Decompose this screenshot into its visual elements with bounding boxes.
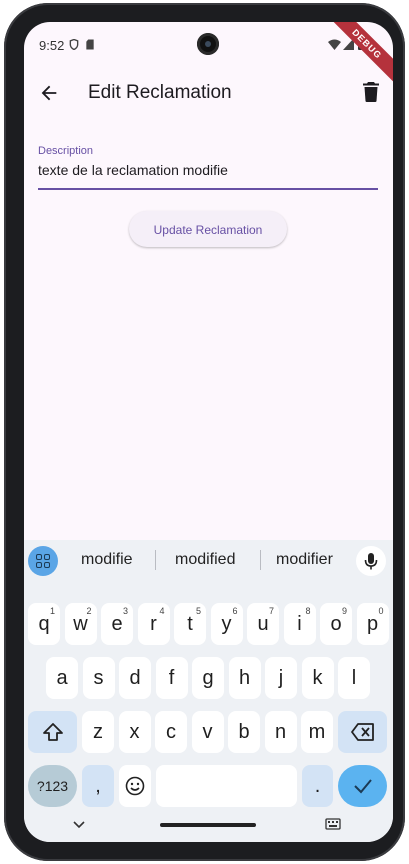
emoji-icon: [125, 776, 145, 796]
key-v[interactable]: v: [191, 711, 224, 753]
key-m[interactable]: m: [301, 711, 333, 753]
key-t[interactable]: t5: [174, 603, 206, 645]
key-a[interactable]: a: [46, 657, 78, 699]
key-p[interactable]: p0: [356, 603, 389, 645]
key-number-hint: 6: [232, 606, 238, 616]
key-number-hint: 2: [86, 606, 92, 616]
shield-icon: [69, 39, 79, 50]
key-l[interactable]: l: [338, 657, 370, 699]
key-c[interactable]: c: [155, 711, 187, 753]
key-y[interactable]: y6: [210, 603, 243, 645]
field-underline: [38, 188, 378, 190]
key-j[interactable]: j: [265, 657, 297, 699]
home-handle[interactable]: [160, 823, 256, 827]
page-title: Edit Reclamation: [88, 82, 232, 103]
key-label: q: [38, 613, 50, 635]
key-w[interactable]: w2: [64, 603, 97, 645]
screen: 9:52 DEBUG Edit Reclamation Description …: [24, 22, 393, 842]
key-u[interactable]: u7: [247, 603, 279, 645]
shift-icon: [42, 723, 63, 741]
key-number-hint: 0: [378, 606, 384, 616]
key-number-hint: 4: [159, 606, 165, 616]
emoji-key[interactable]: [119, 765, 151, 807]
status-bar: 9:52 DEBUG: [24, 22, 393, 84]
phone-frame: 9:52 DEBUG Edit Reclamation Description …: [4, 3, 405, 861]
key-r[interactable]: r4: [137, 603, 170, 645]
shift-key[interactable]: [28, 711, 77, 753]
update-reclamation-button[interactable]: Update Reclamation: [129, 211, 287, 247]
suggestion-3[interactable]: modifier: [276, 551, 333, 569]
key-number-hint: 8: [305, 606, 311, 616]
key-label: i: [297, 613, 302, 635]
key-label: y: [221, 613, 232, 635]
key-e[interactable]: e3: [101, 603, 133, 645]
key-s[interactable]: s: [82, 657, 115, 699]
apps-grid-icon[interactable]: [28, 546, 58, 576]
key-o[interactable]: o9: [320, 603, 352, 645]
suggestion-divider: [155, 550, 156, 570]
keyboard-switch-icon[interactable]: [325, 818, 341, 832]
suggestion-strip: modifie modified modifier: [24, 540, 393, 582]
key-label: r: [150, 613, 157, 635]
key-d[interactable]: d: [119, 657, 151, 699]
backspace-icon: [350, 723, 374, 741]
period-key[interactable]: .: [302, 765, 333, 807]
key-label: u: [257, 613, 269, 635]
status-time: 9:52: [39, 38, 65, 53]
key-n[interactable]: n: [264, 711, 297, 753]
enter-key[interactable]: [338, 765, 387, 807]
description-field[interactable]: Description texte de la reclamation modi…: [38, 142, 378, 190]
key-number-hint: 3: [122, 606, 128, 616]
backspace-key[interactable]: [338, 711, 387, 753]
key-label: t: [187, 613, 193, 635]
key-label: e: [111, 613, 123, 635]
key-z[interactable]: z: [82, 711, 114, 753]
back-arrow-icon[interactable]: [38, 82, 60, 104]
description-label: Description: [38, 145, 94, 157]
key-label: p: [366, 613, 379, 635]
key-k[interactable]: k: [301, 657, 334, 699]
sd-card-icon: [86, 39, 94, 50]
key-number-hint: 9: [341, 606, 347, 616]
key-b[interactable]: b: [228, 711, 260, 753]
key-number-hint: 7: [268, 606, 274, 616]
enter-check-icon: [353, 779, 372, 794]
suggestion-2[interactable]: modified: [175, 551, 235, 569]
comma-key[interactable]: ,: [82, 765, 114, 807]
key-x[interactable]: x: [118, 711, 151, 753]
key-number-hint: 5: [195, 606, 201, 616]
key-i[interactable]: i8: [283, 603, 316, 645]
suggestion-1[interactable]: modifie: [81, 551, 133, 569]
key-q[interactable]: q1: [28, 603, 60, 645]
navigation-bar: [24, 810, 393, 842]
mic-icon[interactable]: [356, 546, 386, 576]
space-key[interactable]: [156, 765, 297, 807]
wifi-icon: [328, 39, 341, 50]
app-bar: Edit Reclamation: [24, 68, 393, 118]
key-g[interactable]: g: [192, 657, 224, 699]
suggestion-divider: [260, 550, 261, 570]
key-label: o: [330, 613, 342, 635]
chevron-down-icon[interactable]: [72, 818, 86, 832]
trash-icon[interactable]: [362, 82, 380, 102]
soft-keyboard: modifie modified modifier ?123 , . q 1 w…: [24, 540, 393, 842]
front-camera: [197, 33, 219, 55]
symbols-key[interactable]: ?123: [28, 765, 77, 807]
key-f[interactable]: f: [155, 657, 188, 699]
key-h[interactable]: h: [228, 657, 261, 699]
description-input[interactable]: texte de la reclamation modifie: [38, 162, 228, 178]
key-number-hint: 1: [49, 606, 55, 616]
